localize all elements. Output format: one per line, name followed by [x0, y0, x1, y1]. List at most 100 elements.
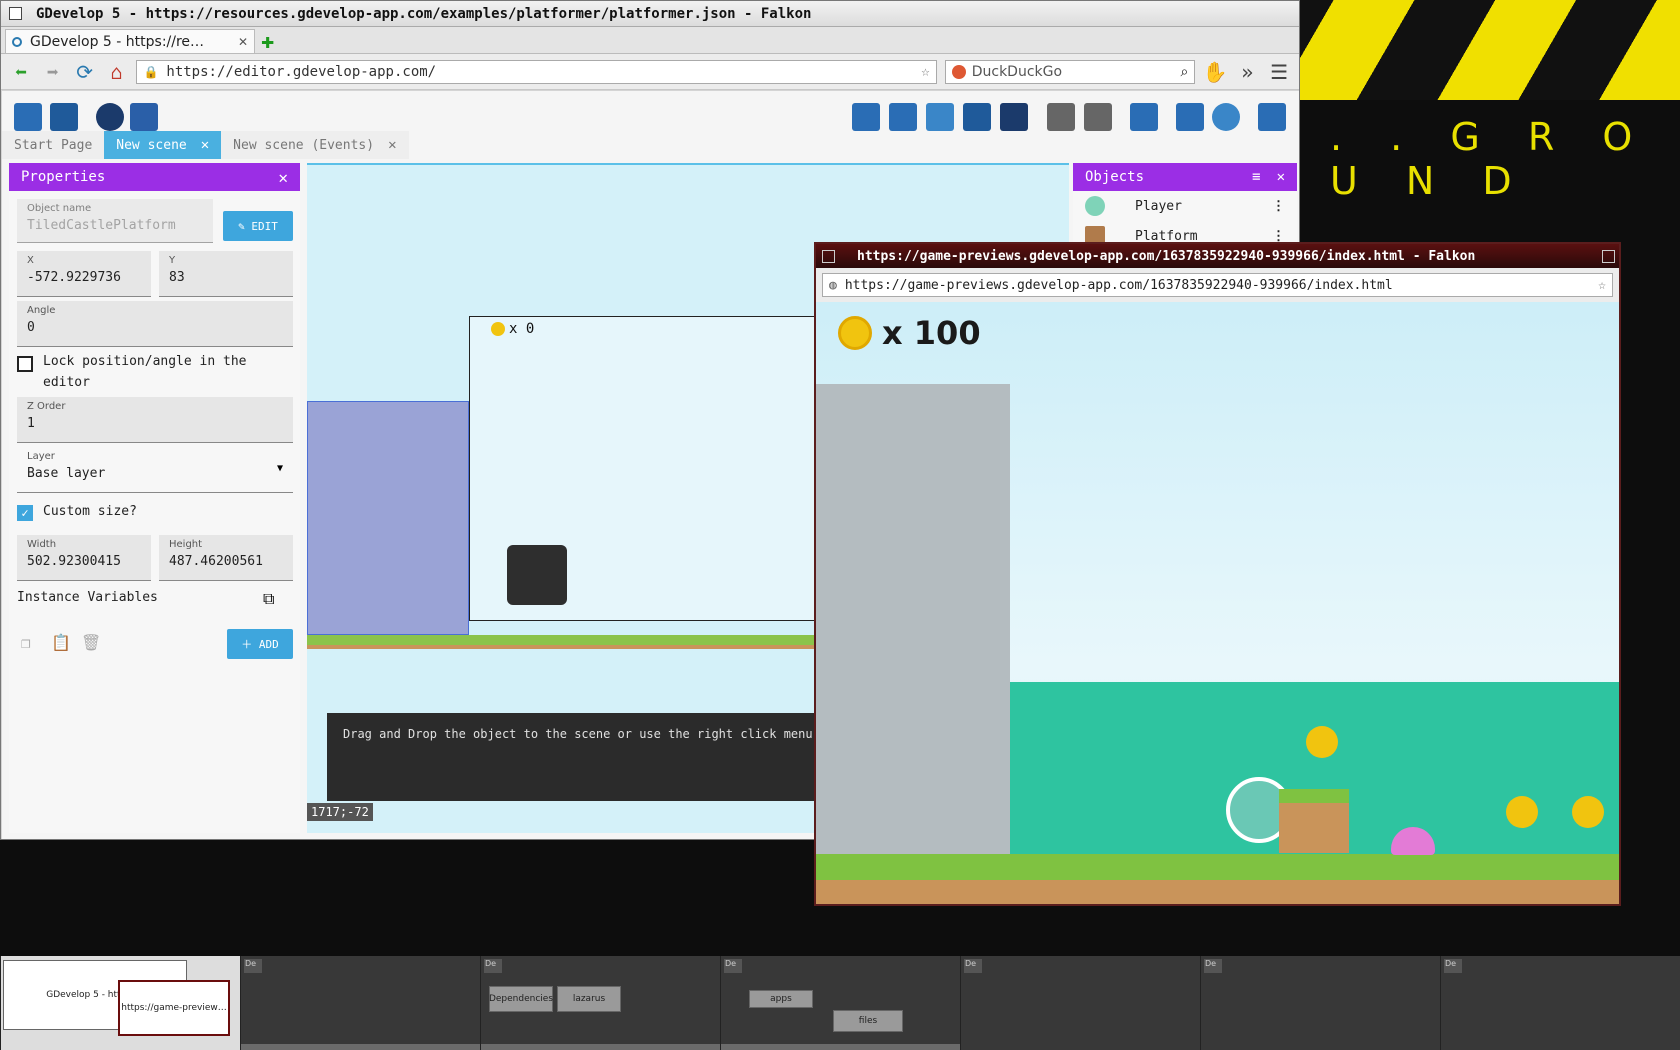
- add-button[interactable]: ＋ ADD: [227, 629, 293, 659]
- tab-new-scene-events[interactable]: New scene (Events) ✕: [221, 131, 409, 159]
- window-menu-icon[interactable]: [822, 249, 835, 263]
- layer-select[interactable]: Layer Base layer ▼: [17, 447, 293, 493]
- object-name-field: Object name TiledCastlePlatform: [17, 199, 213, 243]
- window-title: GDevelop 5 - https://resources.gdevelop-…: [36, 5, 812, 22]
- edit-button[interactable]: ✎ EDIT: [223, 211, 293, 241]
- open-external-icon[interactable]: ⧉: [263, 589, 274, 609]
- copy-icon[interactable]: ❐: [21, 633, 31, 652]
- game-preview-window: https://game-previews.gdevelop-app.com/1…: [814, 242, 1621, 906]
- field-label: Z Order: [27, 401, 66, 412]
- new-tab-icon[interactable]: ✚: [261, 31, 274, 53]
- z-order-field[interactable]: Z Order 1: [17, 397, 293, 443]
- close-icon[interactable]: ✕: [278, 168, 288, 187]
- field-label: Object name: [27, 203, 92, 214]
- more-options-icon[interactable]: ⋮: [1272, 199, 1285, 214]
- search-input[interactable]: DuckDuckGo ⌕: [944, 59, 1196, 84]
- browser-tab-label: GDevelop 5 - https://re…: [30, 33, 205, 50]
- workspace-6[interactable]: De: [1200, 956, 1440, 1050]
- adblock-icon[interactable]: ✋: [1203, 60, 1228, 84]
- x-field[interactable]: X -572.9229736: [17, 251, 151, 297]
- y-field[interactable]: Y 83: [159, 251, 293, 297]
- preview-titlebar[interactable]: https://game-previews.gdevelop-app.com/1…: [816, 244, 1619, 268]
- zoom-icon[interactable]: [1212, 103, 1240, 131]
- search-icon[interactable]: ⌕: [1180, 64, 1188, 80]
- debugger-icon[interactable]: [96, 103, 124, 131]
- workspace-5[interactable]: De: [960, 956, 1200, 1050]
- game-canvas[interactable]: x 100: [816, 302, 1619, 904]
- field-label: Width: [27, 539, 57, 550]
- project-manager-icon[interactable]: [14, 103, 42, 131]
- player-icon: [1085, 196, 1105, 216]
- custom-size-checkbox[interactable]: ✓: [17, 505, 33, 521]
- objects-panel-icon[interactable]: [852, 103, 880, 131]
- object-list-item[interactable]: Player ⋮: [1073, 191, 1297, 221]
- restore-icon[interactable]: [1602, 249, 1615, 263]
- lock-position-checkbox[interactable]: [17, 356, 33, 372]
- field-value: 487.46200561: [169, 554, 263, 569]
- tab-new-scene[interactable]: New scene ✕: [104, 131, 222, 159]
- workspace-strip: [241, 1044, 480, 1050]
- workspace-pager: GDevelop 5 - https://r https://game-prev…: [0, 956, 1680, 1050]
- workspace-2[interactable]: De: [240, 956, 480, 1050]
- field-label: Angle: [27, 305, 56, 316]
- back-icon[interactable]: ⬅: [9, 60, 33, 84]
- close-tab-icon[interactable]: ✕: [238, 35, 248, 49]
- paste-icon[interactable]: 📋: [51, 633, 71, 652]
- workspace-tag: De: [964, 959, 982, 973]
- redo-icon[interactable]: [1084, 103, 1112, 131]
- build-icon[interactable]: [130, 103, 158, 131]
- layers-icon[interactable]: [1000, 103, 1028, 131]
- window-thumbnail[interactable]: Dependencies: [489, 986, 553, 1012]
- height-field[interactable]: Height 487.46200561: [159, 535, 293, 581]
- dpad-control[interactable]: [507, 545, 567, 605]
- window-thumbnail[interactable]: apps: [749, 990, 813, 1008]
- home-icon[interactable]: ⌂: [105, 60, 129, 84]
- coin: [1306, 726, 1338, 758]
- instances-list-icon[interactable]: [963, 103, 991, 131]
- preview-address-bar[interactable]: ◍ https://game-previews.gdevelop-app.com…: [822, 273, 1613, 297]
- delete-icon[interactable]: 🗑: [81, 633, 101, 652]
- selected-platform-instance[interactable]: [307, 401, 469, 635]
- properties-header: Properties ✕: [9, 163, 300, 191]
- window-thumbnail[interactable]: files: [833, 1010, 903, 1032]
- window-thumbnail[interactable]: lazarus: [557, 986, 621, 1012]
- browser-tab[interactable]: GDevelop 5 - https://re… ✕: [5, 29, 255, 53]
- properties-panel: Properties ✕ Object name TiledCastlePlat…: [9, 163, 300, 833]
- tab-start-page[interactable]: Start Page: [2, 131, 105, 159]
- hamburger-menu-icon[interactable]: ☰: [1267, 60, 1291, 84]
- duckduckgo-icon: [951, 64, 966, 79]
- workspace-4[interactable]: De apps files: [720, 956, 960, 1050]
- grid-icon[interactable]: [1176, 103, 1204, 131]
- desktop: . . G R O U N D GDevelop 5 - https://res…: [0, 0, 1680, 1050]
- coin-counter: x 100: [838, 314, 981, 352]
- workspace-1[interactable]: GDevelop 5 - https://r https://game-prev…: [0, 956, 240, 1050]
- close-icon[interactable]: ✕: [388, 137, 396, 153]
- object-groups-icon[interactable]: [889, 103, 917, 131]
- close-icon[interactable]: ✕: [1277, 169, 1285, 185]
- delete-selection-icon[interactable]: [1130, 103, 1158, 131]
- workspace-3[interactable]: De Dependencies lazarus: [480, 956, 720, 1050]
- edit-label: EDIT: [251, 219, 278, 233]
- address-bar[interactable]: 🔒 https://editor.gdevelop-app.com/ ☆: [136, 59, 937, 84]
- filter-icon[interactable]: ≡: [1252, 169, 1260, 185]
- forward-icon[interactable]: ➡: [41, 60, 65, 84]
- window-title: https://game-previews.gdevelop-app.com/1…: [857, 248, 1476, 264]
- scene-list-icon[interactable]: [50, 103, 78, 131]
- bookmark-star-icon[interactable]: ☆: [1598, 278, 1606, 293]
- window-thumbnail[interactable]: https://game-preview…: [118, 980, 230, 1036]
- bookmark-star-icon[interactable]: ☆: [921, 64, 929, 80]
- globe-icon: ◍: [829, 277, 837, 293]
- close-icon[interactable]: ✕: [201, 137, 209, 153]
- workspace-7[interactable]: De: [1440, 956, 1680, 1050]
- undo-icon[interactable]: [1047, 103, 1075, 131]
- window-titlebar[interactable]: GDevelop 5 - https://resources.gdevelop-…: [1, 1, 1299, 27]
- chevron-down-icon: ▼: [276, 463, 283, 474]
- settings-icon[interactable]: [1258, 103, 1286, 131]
- width-field[interactable]: Width 502.92300415: [17, 535, 151, 581]
- window-menu-icon[interactable]: [9, 7, 22, 20]
- more-tools-icon[interactable]: »: [1235, 60, 1259, 84]
- add-label: ADD: [258, 637, 279, 651]
- properties-panel-icon[interactable]: [926, 103, 954, 131]
- angle-field[interactable]: Angle 0: [17, 301, 293, 347]
- reload-icon[interactable]: ⟳: [73, 60, 97, 84]
